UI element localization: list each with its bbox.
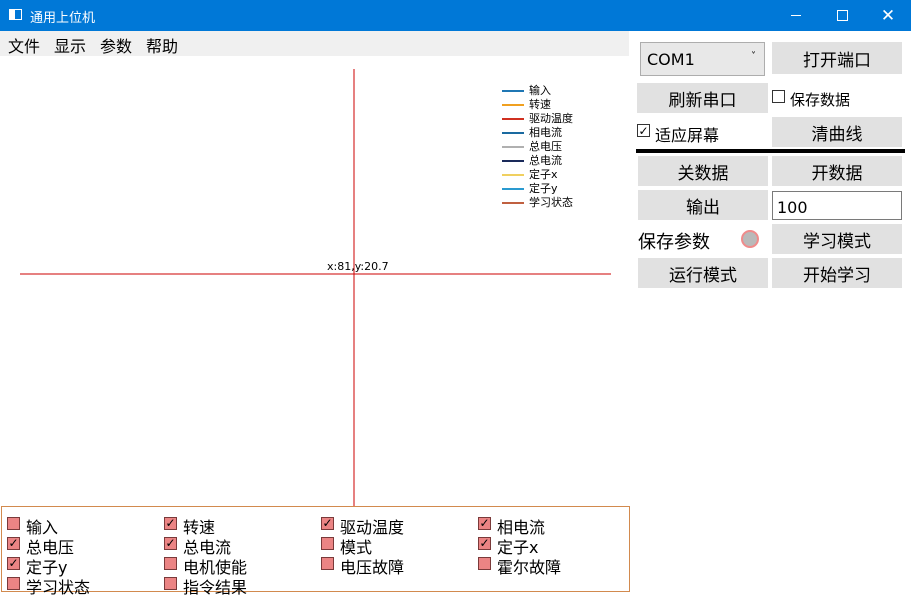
start-learning-button[interactable]: 开始学习 [772,258,902,288]
checkbox-unchecked[interactable] [7,517,20,530]
output-value-input[interactable]: 100 [772,191,902,220]
checkbox-checked[interactable]: ✓ [321,517,334,530]
maximize-icon [836,10,848,21]
checkbox-label: 学习状态 [26,578,91,597]
app-icon [9,9,22,20]
legend-entry: 学习状态 [500,196,600,210]
legend-swatch [502,104,524,106]
checkbox-label: 指令结果 [183,578,248,597]
refresh-port-button[interactable]: 刷新串口 [637,83,768,113]
legend-label: 定子x [529,168,558,181]
menu-file[interactable]: 文件 [8,33,40,57]
fit-screen-checkbox[interactable]: ✓ [637,124,650,137]
legend-entry: 输入 [500,84,600,98]
legend-label: 驱动温度 [529,112,573,125]
legend-entry: 总电压 [500,140,600,154]
menu-bar: 文件 显示 参数 帮助 [0,31,629,56]
minimize-button[interactable] [773,0,819,31]
checkbox-unchecked[interactable] [321,537,334,550]
status-indicator [741,230,759,248]
menu-help[interactable]: 帮助 [146,33,178,57]
learn-mode-button[interactable]: 学习模式 [772,224,902,254]
output-button[interactable]: 输出 [638,190,768,220]
crosshair-readout: x:81,y:20.7 [327,260,389,273]
legend-swatch [502,146,524,148]
checkbox-checked[interactable]: ✓ [7,537,20,550]
menu-view[interactable]: 显示 [54,33,86,57]
checkbox-checked[interactable]: ✓ [164,537,177,550]
save-data-label: 保存数据 [790,91,851,109]
close-data-button[interactable]: 关数据 [638,156,768,186]
panel-divider [636,149,905,153]
checkbox-unchecked[interactable] [7,577,20,590]
checkbox-unchecked[interactable] [478,557,491,570]
legend-swatch [502,118,524,120]
save-params-label: 保存参数 [638,232,710,253]
menu-params[interactable]: 参数 [100,33,132,57]
checkbox-label: 电压故障 [340,558,405,577]
legend-swatch [502,188,524,190]
plot-legend: 输入 转速 驱动温度 相电流 总电压 总电流 定子x 定子y 学习状态 [500,84,600,210]
legend-swatch [502,202,524,204]
channel-checkbox-panel: 输入 ✓ 转速 ✓ 驱动温度 ✓ 相电流 ✓ 总电压 ✓ 总电流 模式 ✓ 定子x ✓ 定子y 电机使能 电压故障… [1,506,630,597]
legend-entry: 驱动温度 [500,112,600,126]
legend-swatch [502,132,524,134]
legend-label: 转速 [529,98,551,111]
legend-entry: 总电流 [500,154,600,168]
open-data-button[interactable]: 开数据 [772,156,902,186]
checkbox-unchecked[interactable] [321,557,334,570]
legend-entry: 定子y [500,182,600,196]
checkbox-unchecked[interactable] [164,577,177,590]
checkbox-label: 霍尔故障 [497,558,562,577]
legend-swatch [502,90,524,92]
checkbox-checked[interactable]: ✓ [7,557,20,570]
run-mode-button[interactable]: 运行模式 [638,258,768,288]
close-icon: ✕ [880,5,896,26]
legend-label: 定子y [529,182,558,195]
legend-label: 总电压 [529,140,562,153]
legend-label: 总电流 [529,154,562,167]
checkbox-unchecked[interactable] [164,557,177,570]
clear-curves-button[interactable]: 清曲线 [772,117,902,147]
legend-entry: 相电流 [500,126,600,140]
legend-label: 学习状态 [529,196,573,209]
close-button[interactable]: ✕ [865,0,911,31]
port-select[interactable]: COM1 ˅ [640,42,765,76]
window-title: 通用上位机 [30,11,96,26]
checkbox-checked[interactable]: ✓ [478,517,491,530]
open-port-button[interactable]: 打开端口 [772,42,902,74]
legend-entry: 转速 [500,98,600,112]
chevron-down-icon: ˅ [751,51,756,62]
legend-entry: 定子x [500,168,600,182]
legend-label: 相电流 [529,126,562,139]
fit-screen-label: 适应屏幕 [655,126,720,145]
legend-swatch [502,160,524,162]
minimize-icon [791,15,801,16]
checkbox-checked[interactable]: ✓ [478,537,491,550]
title-bar: 通用上位机 ✕ [0,0,911,31]
legend-label: 输入 [529,84,551,97]
legend-swatch [502,174,524,176]
checkbox-checked[interactable]: ✓ [164,517,177,530]
port-select-value: COM1 [647,50,695,69]
maximize-button[interactable] [819,0,865,31]
save-data-checkbox[interactable] [772,90,785,103]
